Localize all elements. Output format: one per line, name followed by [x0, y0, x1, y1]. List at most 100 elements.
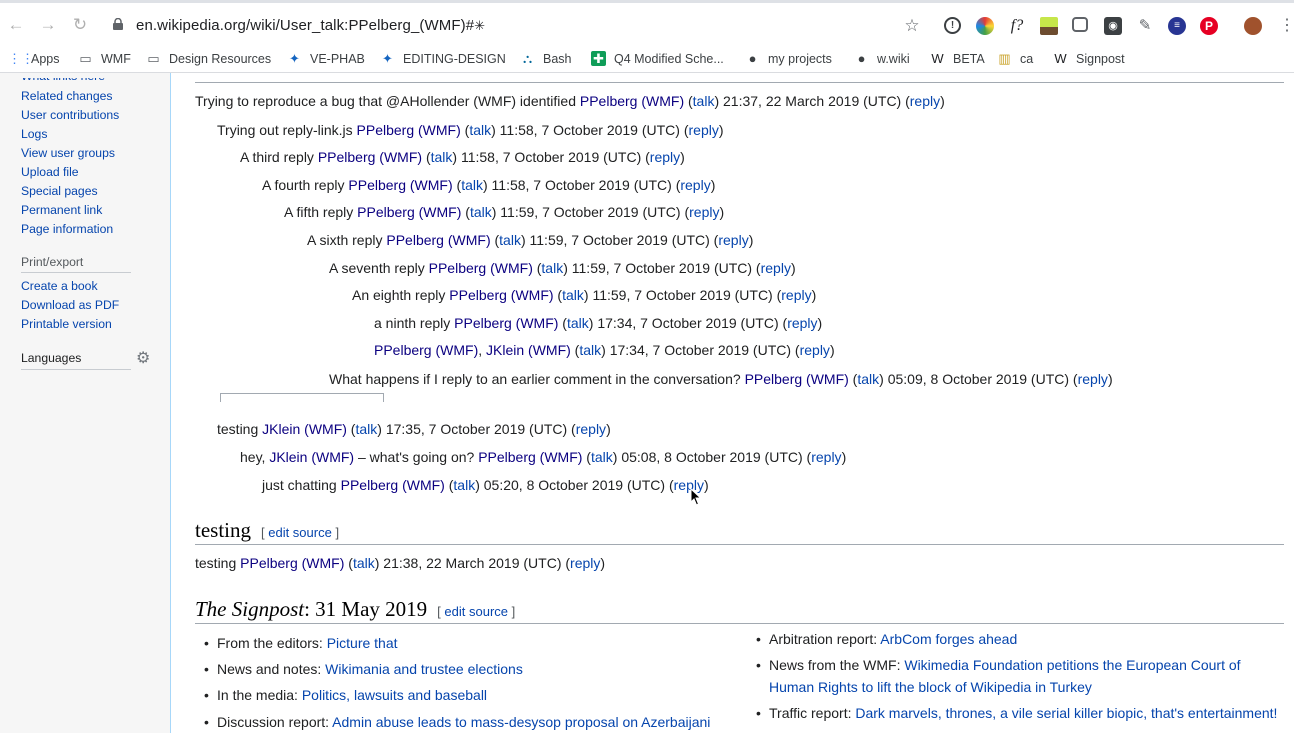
user-link[interactable]: JKlein (WMF) [262, 421, 347, 437]
user-link[interactable]: PPelberg (WMF) [745, 371, 849, 387]
sidebar-link-download-as-pdf[interactable]: Download as PDF [21, 298, 119, 312]
forward-arrow-icon[interactable]: → [37, 14, 59, 36]
star-icon[interactable]: ☆ [903, 17, 921, 35]
bookmark-w-wiki[interactable]: ● w.wiki [854, 51, 910, 66]
user-link[interactable]: PPelberg (WMF) [478, 449, 582, 465]
reply-link[interactable]: reply [811, 449, 841, 465]
signpost-link[interactable]: Human Rights to lift the block of Wikipe… [769, 679, 1092, 695]
avatar[interactable] [1244, 17, 1262, 35]
comment-9: a ninth reply PPelberg (WMF) (talk) 17:3… [374, 315, 823, 331]
signpost-link[interactable]: Wikimania and trustee elections [325, 661, 523, 677]
edit-source-link[interactable]: edit source [444, 604, 508, 619]
talk-link[interactable]: talk [470, 204, 492, 220]
bookmark-editing-design[interactable]: ✦ EDITING-DESIGN [380, 51, 506, 66]
pocket-extension-icon[interactable] [1072, 17, 1088, 32]
user-link[interactable]: PPelberg (WMF) [240, 555, 344, 571]
user-link[interactable]: PPelberg (WMF) [341, 477, 445, 493]
reply-link[interactable]: reply [910, 93, 940, 109]
talk-link[interactable]: talk [541, 260, 563, 276]
talk-link[interactable]: talk [562, 287, 584, 303]
sidebar-link-printable-version[interactable]: Printable version [21, 317, 112, 331]
sidebar-link-create-a-book[interactable]: Create a book [21, 279, 98, 293]
user-link[interactable]: PPelberg (WMF) [429, 260, 533, 276]
bookmark-apps[interactable]: ⋮⋮ Apps [8, 51, 60, 66]
user-link[interactable]: PPelberg (WMF) [386, 232, 490, 248]
talk-link[interactable]: talk [567, 315, 589, 331]
reply-link[interactable]: reply [787, 315, 817, 331]
talk-link[interactable]: talk [579, 342, 601, 358]
reply-link[interactable]: reply [781, 287, 811, 303]
signpost-link[interactable]: Dark marvels, thrones, a vile serial kil… [855, 705, 1277, 721]
bookmark-bash[interactable]: ⛬ Bash [520, 51, 572, 66]
signpost-link[interactable]: Admin abuse leads to mass-desysop propos… [332, 714, 710, 730]
reply-link[interactable]: reply [650, 149, 680, 165]
reply-link[interactable]: reply [761, 260, 791, 276]
signpost-item: Traffic report: Dark marvels, thrones, a… [756, 705, 1277, 721]
sidebar-link-related-changes[interactable]: Related changes [21, 89, 112, 103]
signpost-link[interactable]: ArbCom forges ahead [880, 631, 1017, 647]
sidebar-link-user-contributions[interactable]: User contributions [21, 108, 119, 122]
sidebar-link-special-pages[interactable]: Special pages [21, 184, 98, 198]
menu-kebab-icon[interactable]: ⋮ [1278, 17, 1294, 35]
back-arrow-icon[interactable]: ← [5, 14, 27, 36]
sidebar-link-page-information[interactable]: Page information [21, 222, 113, 236]
talk-link[interactable]: talk [461, 177, 483, 193]
info-extension-icon[interactable]: ! [944, 17, 961, 34]
user-link[interactable]: PPelberg (WMF) [580, 93, 684, 109]
stripes-extension-icon[interactable]: ≡ [1168, 17, 1186, 35]
bookmark-label: Signpost [1076, 51, 1125, 66]
font-extension-icon[interactable]: f? [1008, 17, 1026, 35]
sidebar-link-upload-file[interactable]: Upload file [21, 165, 79, 179]
talk-link[interactable]: talk [857, 371, 879, 387]
user-link[interactable]: JKlein (WMF) [486, 342, 571, 358]
talk-link[interactable]: talk [431, 149, 453, 165]
talk-link[interactable]: talk [591, 449, 613, 465]
signpost-link[interactable]: Politics, lawsuits and baseball [302, 687, 487, 703]
edit-source-link[interactable]: edit source [268, 525, 332, 540]
reload-icon[interactable]: ↻ [69, 14, 91, 36]
talk-link[interactable]: talk [355, 421, 377, 437]
user-link[interactable]: PPelberg (WMF) [454, 315, 558, 331]
talk-link[interactable]: talk [353, 555, 375, 571]
sidebar-link-logs[interactable]: Logs [21, 127, 47, 141]
reply-link[interactable]: reply [1078, 371, 1108, 387]
gear-icon[interactable]: ⚙ [136, 348, 150, 368]
landscape-extension-icon[interactable] [1040, 17, 1058, 35]
talk-link[interactable]: talk [469, 122, 491, 138]
user-link[interactable]: PPelberg (WMF) [348, 177, 452, 193]
reply-link[interactable]: reply [680, 177, 710, 193]
color-picker-extension-icon[interactable] [976, 17, 994, 35]
user-link[interactable]: PPelberg (WMF) [449, 287, 553, 303]
user-link[interactable]: PPelberg (WMF) [374, 342, 478, 358]
talk-link[interactable]: talk [693, 93, 715, 109]
signpost-link[interactable]: Picture that [327, 635, 398, 651]
reply-link[interactable]: reply [800, 342, 830, 358]
bookmark-my-projects[interactable]: ● my projects [745, 51, 832, 66]
reply-link[interactable]: reply [689, 122, 719, 138]
pinterest-icon[interactable]: P [1200, 17, 1218, 35]
bookmark-ve-phab[interactable]: ✦ VE-PHAB [287, 51, 365, 66]
signpost-link[interactable]: Wikimedia Foundation petitions the Europ… [904, 657, 1240, 673]
eyedropper-icon[interactable]: ✎ [1136, 17, 1154, 35]
user-link[interactable]: JKlein (WMF) [269, 449, 354, 465]
user-link[interactable]: PPelberg (WMF) [357, 204, 461, 220]
reply-link[interactable]: reply [689, 204, 719, 220]
user-link[interactable]: PPelberg (WMF) [318, 149, 422, 165]
bookmark-signpost[interactable]: W Signpost [1053, 51, 1125, 66]
bookmark-ca[interactable]: ▥ ca [997, 51, 1033, 66]
eye-extension-icon[interactable]: ◉ [1104, 17, 1122, 35]
reply-link[interactable]: reply [576, 421, 606, 437]
reply-link[interactable]: reply [718, 232, 748, 248]
address-bar[interactable]: en.wikipedia.org/wiki/User_talk:PPelberg… [136, 17, 485, 34]
user-link[interactable]: PPelberg (WMF) [357, 122, 461, 138]
talk-link[interactable]: talk [453, 477, 475, 493]
lock-icon[interactable] [113, 18, 123, 30]
sidebar-link-permanent-link[interactable]: Permanent link [21, 203, 102, 217]
bookmark-q4-modified-sche[interactable]: ✚ Q4 Modified Sche... [591, 51, 724, 66]
bookmark-design-resources[interactable]: ▭ Design Resources [146, 51, 271, 66]
bookmark-beta[interactable]: W BETA [930, 51, 984, 66]
talk-link[interactable]: talk [499, 232, 521, 248]
sidebar-link-view-user-groups[interactable]: View user groups [21, 146, 115, 160]
bookmark-wmf[interactable]: ▭ WMF [78, 51, 131, 66]
reply-link[interactable]: reply [570, 555, 600, 571]
